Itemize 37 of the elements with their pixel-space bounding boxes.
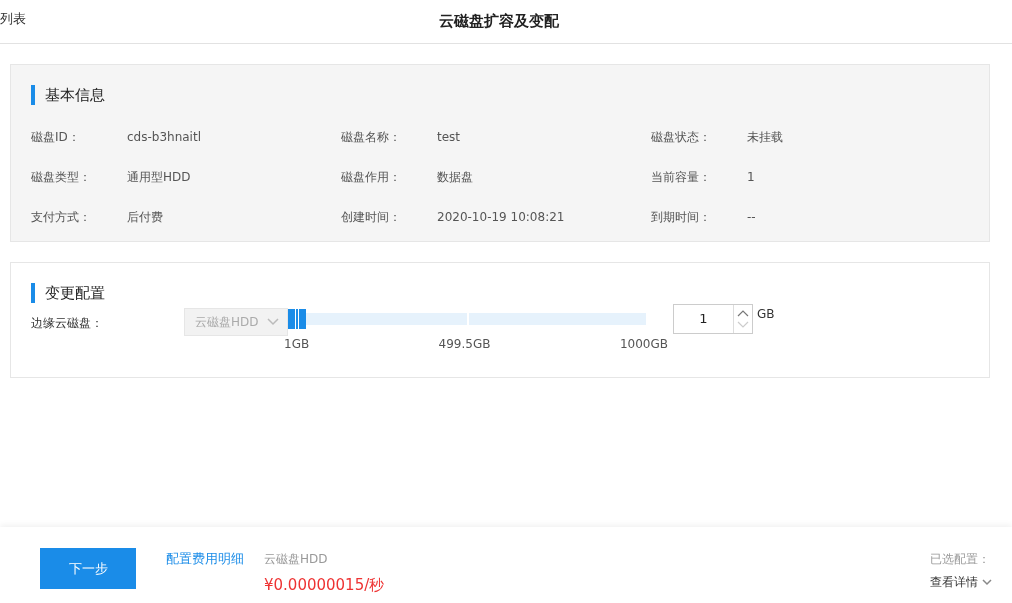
- size-input[interactable]: 1: [673, 304, 753, 334]
- chevron-down-icon: [267, 318, 279, 326]
- view-details-link[interactable]: 查看详情: [930, 574, 992, 591]
- page-title: 云磁盘扩容及变配: [439, 12, 559, 31]
- field-label: 边缘云磁盘：: [31, 315, 104, 332]
- product-name: 云磁盘HDD: [264, 551, 329, 568]
- field-label: 当前容量：: [651, 169, 712, 185]
- field-label: 磁盘作用：: [341, 169, 402, 185]
- selected-config-label: 已选配置：: [930, 551, 992, 568]
- slider-mark-label: 1GB: [284, 337, 310, 351]
- slider-handle[interactable]: [288, 309, 306, 329]
- field-value: cds-b3hnaitl: [127, 129, 201, 145]
- field-label: 创建时间：: [341, 209, 402, 225]
- field-value: --: [747, 209, 756, 225]
- field-label: 支付方式：: [31, 209, 92, 225]
- section-title: 变更配置: [31, 283, 969, 303]
- field-value: 1: [747, 169, 755, 185]
- slider-mark-label: 499.5GB: [438, 337, 491, 351]
- price-text: ¥0.00000015/秒: [264, 576, 385, 595]
- field-label: 磁盘名称：: [341, 129, 402, 145]
- back-link[interactable]: 列表: [0, 10, 26, 28]
- slider-mark-label: 1000GB: [619, 337, 668, 351]
- chevron-down-icon: [982, 579, 992, 586]
- field-value: 2020-10-19 10:08:21: [437, 209, 565, 225]
- field-label: 磁盘ID：: [31, 129, 81, 145]
- field-value: 数据盘: [437, 169, 473, 185]
- next-button[interactable]: 下一步: [40, 548, 136, 589]
- field-value: 通用型HDD: [127, 169, 191, 185]
- field-label: 到期时间：: [651, 209, 712, 225]
- section-title: 基本信息: [31, 85, 969, 105]
- fee-details-link[interactable]: 配置费用明细: [166, 550, 244, 568]
- field-label: 磁盘类型：: [31, 169, 92, 185]
- field-value: test: [437, 129, 461, 145]
- field-label: 磁盘状态：: [651, 129, 712, 145]
- field-value: 后付费: [127, 209, 163, 225]
- field-value: 未挂载: [747, 129, 783, 145]
- unit-label: GB: [757, 307, 775, 321]
